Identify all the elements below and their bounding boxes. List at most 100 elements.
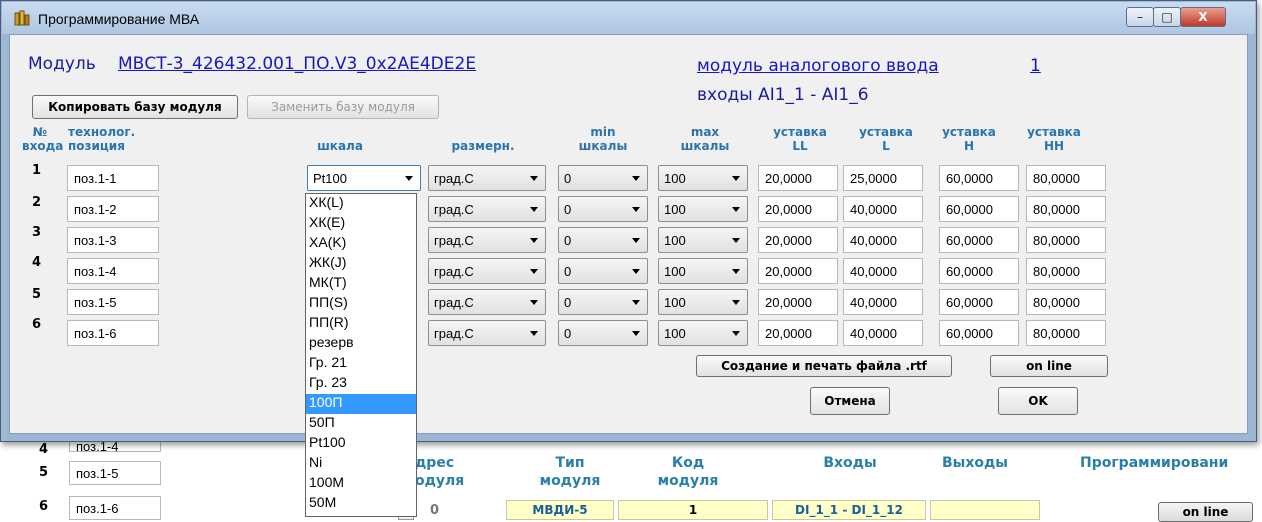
- minimize-button[interactable]: –: [1126, 7, 1154, 27]
- scale-select[interactable]: Pt100: [307, 165, 421, 191]
- position-input[interactable]: поз.1-1: [67, 165, 159, 191]
- unit-select[interactable]: град.С: [428, 289, 546, 315]
- setpoint-ll-input[interactable]: 20,0000: [758, 289, 838, 315]
- bg-type-cell: МВДИ-5: [506, 500, 614, 520]
- dropdown-option[interactable]: 100М: [306, 474, 416, 494]
- position-input[interactable]: поз.1-6: [67, 320, 159, 346]
- dropdown-option[interactable]: ПП(R): [306, 314, 416, 334]
- scale-dropdown-list[interactable]: ХК(L) ХК(E) ХА(K) ЖК(J) МК(T) ПП(S) ПП(R…: [305, 193, 417, 517]
- position-input[interactable]: поз.1-4: [67, 258, 159, 284]
- setpoint-ll-input[interactable]: 20,0000: [758, 320, 838, 346]
- dropdown-option-highlighted[interactable]: 100П: [306, 394, 416, 414]
- setpoint-hh-input[interactable]: 80,0000: [1026, 165, 1106, 191]
- replace-base-button[interactable]: Заменить базу модуля: [247, 95, 439, 119]
- setpoint-l-input[interactable]: 40,0000: [843, 258, 923, 284]
- min-select[interactable]: 0: [558, 165, 648, 191]
- dropdown-option[interactable]: Ni: [306, 454, 416, 474]
- dropdown-option[interactable]: ХА(K): [306, 234, 416, 254]
- bg-row-number: 4: [39, 442, 49, 457]
- module-name-link[interactable]: МВСТ-3_426432.001_ПО.V3_0x2AE4DE2E: [118, 54, 476, 74]
- dropdown-option[interactable]: ЖК(J): [306, 254, 416, 274]
- col-header-setpoint-l: уставка L: [859, 125, 913, 153]
- position-input[interactable]: поз.1-5: [67, 289, 159, 315]
- unit-select[interactable]: град.С: [428, 320, 546, 346]
- position-input[interactable]: поз.1-3: [67, 227, 159, 253]
- bg-position-field[interactable]: поз.1-6: [69, 496, 161, 520]
- online-button[interactable]: on line: [990, 355, 1108, 377]
- dropdown-option[interactable]: 50П: [306, 414, 416, 434]
- dropdown-option[interactable]: ХК(L): [306, 194, 416, 214]
- min-select-value: 0: [564, 233, 572, 248]
- setpoint-hh-input[interactable]: 80,0000: [1026, 196, 1106, 222]
- setpoint-hh-input[interactable]: 80,0000: [1026, 320, 1106, 346]
- setpoint-h-input[interactable]: 60,0000: [939, 289, 1019, 315]
- chevron-down-icon: [732, 207, 740, 212]
- bg-online-button[interactable]: on line: [1158, 502, 1253, 522]
- max-select[interactable]: 100: [658, 289, 748, 315]
- dropdown-option[interactable]: резерв: [306, 334, 416, 354]
- col-header-setpoint-ll: уставка LL: [773, 125, 827, 153]
- row-number: 2: [32, 195, 42, 210]
- bg-position-field[interactable]: поз.1-5: [69, 461, 161, 485]
- min-select[interactable]: 0: [558, 258, 648, 284]
- setpoint-hh-input[interactable]: 80,0000: [1026, 258, 1106, 284]
- setpoint-ll-input[interactable]: 20,0000: [758, 196, 838, 222]
- min-select[interactable]: 0: [558, 289, 648, 315]
- setpoint-l-input[interactable]: 40,0000: [843, 289, 923, 315]
- maximize-button[interactable]: □: [1153, 7, 1181, 27]
- cancel-button[interactable]: Отмена: [810, 387, 890, 415]
- setpoint-l-input[interactable]: 40,0000: [843, 320, 923, 346]
- create-print-rtf-button[interactable]: Создание и печать файла .rtf: [696, 355, 952, 377]
- bg-header-type: Тип модуля: [539, 455, 601, 489]
- ok-button[interactable]: OK: [998, 387, 1078, 415]
- setpoint-ll-input[interactable]: 20,0000: [758, 227, 838, 253]
- dropdown-option[interactable]: Гр. 21: [306, 354, 416, 374]
- max-select[interactable]: 100: [658, 165, 748, 191]
- max-select[interactable]: 100: [658, 320, 748, 346]
- unit-select[interactable]: град.С: [428, 227, 546, 253]
- dropdown-option[interactable]: Pt100: [306, 434, 416, 454]
- setpoint-hh-input[interactable]: 80,0000: [1026, 227, 1106, 253]
- dropdown-option[interactable]: ПП(S): [306, 294, 416, 314]
- min-select[interactable]: 0: [558, 227, 648, 253]
- min-select[interactable]: 0: [558, 196, 648, 222]
- module-number-link[interactable]: 1: [1030, 56, 1041, 76]
- unit-select-value: град.С: [434, 171, 474, 186]
- col-header-scale: шкала: [317, 139, 363, 153]
- max-select-value: 100: [664, 295, 686, 310]
- setpoint-l-input[interactable]: 25,0000: [843, 165, 923, 191]
- module-type-link[interactable]: модуль аналогового ввода: [697, 56, 939, 76]
- max-select[interactable]: 100: [658, 258, 748, 284]
- col-header-setpoint-hh: уставка HH: [1027, 125, 1081, 153]
- setpoint-ll-input[interactable]: 20,0000: [758, 165, 838, 191]
- dropdown-option[interactable]: 50М: [306, 494, 416, 514]
- setpoint-h-input[interactable]: 60,0000: [939, 227, 1019, 253]
- setpoint-h-input[interactable]: 60,0000: [939, 165, 1019, 191]
- unit-select-value: град.С: [434, 233, 474, 248]
- setpoint-l-input[interactable]: 40,0000: [843, 196, 923, 222]
- dropdown-option[interactable]: ХК(E): [306, 214, 416, 234]
- title-bar[interactable]: Программирование МВА – □ X: [2, 2, 1255, 34]
- chevron-down-icon: [530, 300, 538, 305]
- max-select[interactable]: 100: [658, 196, 748, 222]
- dropdown-option[interactable]: Гр. 23: [306, 374, 416, 394]
- setpoint-h-input[interactable]: 60,0000: [939, 196, 1019, 222]
- setpoint-l-input[interactable]: 40,0000: [843, 227, 923, 253]
- close-button[interactable]: X: [1180, 7, 1226, 27]
- setpoint-ll-input[interactable]: 20,0000: [758, 258, 838, 284]
- unit-select[interactable]: град.С: [428, 258, 546, 284]
- unit-select[interactable]: град.С: [428, 196, 546, 222]
- min-select[interactable]: 0: [558, 320, 648, 346]
- max-select[interactable]: 100: [658, 227, 748, 253]
- unit-select[interactable]: град.С: [428, 165, 546, 191]
- chevron-down-icon: [732, 269, 740, 274]
- setpoint-h-input[interactable]: 60,0000: [939, 258, 1019, 284]
- col-header-position: технолог. позиция: [68, 125, 136, 153]
- scale-select-value: Pt100: [313, 171, 347, 186]
- copy-base-button[interactable]: Копировать базу модуля: [32, 95, 238, 119]
- dropdown-option[interactable]: МК(T): [306, 274, 416, 294]
- setpoint-h-input[interactable]: 60,0000: [939, 320, 1019, 346]
- position-input[interactable]: поз.1-2: [67, 196, 159, 222]
- setpoint-hh-input[interactable]: 80,0000: [1026, 289, 1106, 315]
- bg-header-programming: Программировани: [1080, 455, 1229, 471]
